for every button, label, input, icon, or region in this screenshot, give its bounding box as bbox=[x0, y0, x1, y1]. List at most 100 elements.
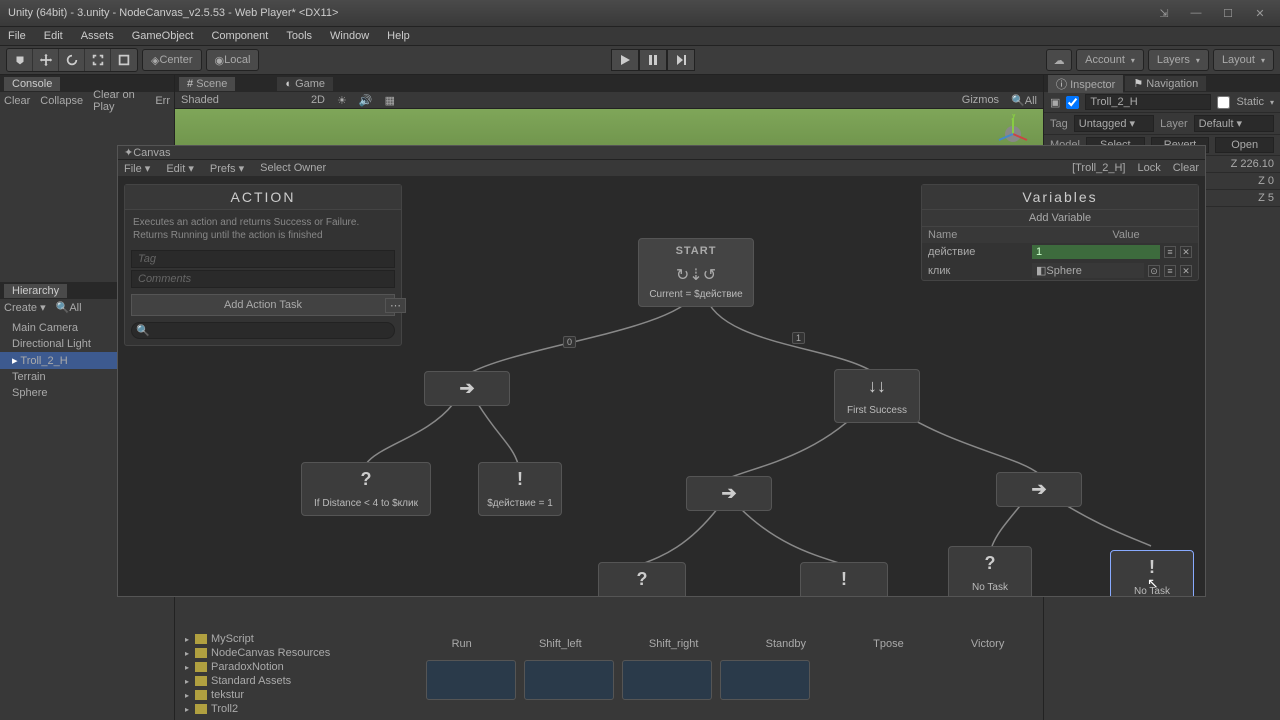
anim-tab-shiftright[interactable]: Shift_right bbox=[641, 636, 707, 652]
node-first-success[interactable]: ↓↓ First Success bbox=[834, 369, 920, 423]
graph-area[interactable]: 0 1 START ↻⇣↺ Current = $действие ➔ ↓↓ F… bbox=[118, 176, 1205, 596]
var-name[interactable]: клик bbox=[928, 265, 1028, 277]
menu-help[interactable]: Help bbox=[387, 30, 410, 42]
node-action-1[interactable]: ! $действие = 1 bbox=[478, 462, 562, 516]
console-clear-on-play[interactable]: Clear on Play bbox=[93, 89, 145, 113]
object-name[interactable]: Troll_2_H bbox=[1085, 94, 1211, 110]
close-btn[interactable]: ✕ bbox=[1248, 4, 1272, 22]
proj-item[interactable]: tekstur bbox=[175, 688, 415, 702]
node-condition-notask[interactable]: ? No Task bbox=[948, 546, 1032, 596]
tab-inspector[interactable]: ⓘ Inspector bbox=[1048, 75, 1123, 93]
pause-button[interactable] bbox=[639, 49, 667, 71]
canvas-owner[interactable]: [Troll_2_H] bbox=[1072, 162, 1125, 174]
step-button[interactable] bbox=[667, 49, 695, 71]
scale-tool[interactable] bbox=[85, 49, 111, 71]
add-variable-button[interactable]: Add Variable bbox=[922, 210, 1198, 227]
node-condition-leftclick[interactable]: ? If Left Click bbox=[598, 562, 686, 596]
tab-navigation[interactable]: ⚑ Navigation bbox=[1125, 76, 1206, 91]
proj-item[interactable]: NodeCanvas Resources bbox=[175, 646, 415, 660]
anim-clip[interactable] bbox=[622, 660, 712, 700]
canvas-clear[interactable]: Clear bbox=[1173, 162, 1199, 174]
node-condition-distance[interactable]: ? If Distance < 4 to $клик bbox=[301, 462, 431, 516]
canvas-edit[interactable]: Edit ▾ bbox=[166, 162, 194, 175]
node-sequencer-1[interactable]: ➔ bbox=[424, 371, 510, 406]
layer-dropdown[interactable]: Default ▾ bbox=[1194, 115, 1274, 132]
play-button[interactable] bbox=[611, 49, 639, 71]
var-delete-icon[interactable]: ✕ bbox=[1180, 265, 1192, 277]
anim-clip[interactable] bbox=[720, 660, 810, 700]
audio-toggle[interactable]: 🔊 bbox=[359, 94, 373, 107]
node-sequencer-3[interactable]: ➔ bbox=[996, 472, 1082, 507]
2d-toggle[interactable]: 2D bbox=[311, 94, 325, 106]
menu-gameobject[interactable]: GameObject bbox=[132, 30, 194, 42]
action-comments-input[interactable]: Comments bbox=[131, 270, 395, 288]
var-value[interactable]: ◧Sphere bbox=[1032, 263, 1144, 278]
anim-clip[interactable] bbox=[426, 660, 516, 700]
anim-tab-run[interactable]: Run bbox=[444, 636, 480, 652]
console-err[interactable]: Err bbox=[155, 95, 170, 107]
tab-console[interactable]: Console bbox=[4, 77, 60, 91]
anim-tab-tpose[interactable]: Tpose bbox=[865, 636, 912, 652]
tag-dropdown[interactable]: Untagged ▾ bbox=[1074, 115, 1154, 132]
menu-component[interactable]: Component bbox=[211, 30, 268, 42]
canvas-prefs[interactable]: Prefs ▾ bbox=[210, 162, 244, 175]
proj-item[interactable]: Standard Assets bbox=[175, 674, 415, 688]
console-clear[interactable]: Clear bbox=[4, 95, 30, 107]
tab-scene[interactable]: # Scene bbox=[179, 77, 235, 91]
node-action-0[interactable]: ! $действие = 0 bbox=[800, 562, 888, 596]
search-all[interactable]: 🔍All bbox=[1011, 94, 1037, 107]
canvas-title-bar[interactable]: ✦ Canvas bbox=[118, 146, 1205, 160]
tab-hierarchy[interactable]: Hierarchy bbox=[4, 284, 67, 298]
canvas-lock[interactable]: Lock bbox=[1137, 162, 1160, 174]
move-tool[interactable] bbox=[33, 49, 59, 71]
var-delete-icon[interactable]: ✕ bbox=[1180, 246, 1192, 258]
active-checkbox[interactable] bbox=[1066, 96, 1079, 109]
create-dropdown[interactable]: Create ▾ bbox=[4, 301, 46, 314]
restore-down-icon[interactable]: ⇲ bbox=[1152, 4, 1176, 22]
console-collapse[interactable]: Collapse bbox=[40, 95, 83, 107]
pivot-local[interactable]: ◉ Local bbox=[206, 49, 260, 71]
model-open[interactable]: Open bbox=[1215, 137, 1274, 153]
chevron-down-icon[interactable]: ▾ bbox=[1270, 98, 1274, 107]
node-sequencer-2[interactable]: ➔ bbox=[686, 476, 772, 511]
shaded-dropdown[interactable]: Shaded bbox=[181, 94, 219, 106]
pivot-center[interactable]: ◈ Center bbox=[142, 49, 202, 71]
menu-window[interactable]: Window bbox=[330, 30, 369, 42]
node-start[interactable]: START ↻⇣↺ Current = $действие bbox=[638, 238, 754, 307]
menu-tools[interactable]: Tools bbox=[286, 30, 312, 42]
add-action-task-button[interactable]: Add Action Task⋯ bbox=[131, 294, 395, 316]
fx-toggle[interactable]: ▦ bbox=[385, 94, 395, 107]
layout-dropdown[interactable]: Layout▾ bbox=[1213, 49, 1274, 71]
canvas-file[interactable]: File ▾ bbox=[124, 162, 150, 175]
anim-tab-victory[interactable]: Victory bbox=[963, 636, 1012, 652]
proj-item[interactable]: ParadoxNotion bbox=[175, 660, 415, 674]
var-menu-icon[interactable]: ≡ bbox=[1164, 265, 1176, 277]
var-value[interactable]: 1 bbox=[1032, 245, 1160, 259]
anim-tab-standby[interactable]: Standby bbox=[758, 636, 814, 652]
layers-dropdown[interactable]: Layers▾ bbox=[1148, 49, 1209, 71]
action-tag-input[interactable]: Tag bbox=[131, 250, 395, 268]
var-menu-icon[interactable]: ≡ bbox=[1164, 246, 1176, 258]
rotate-tool[interactable] bbox=[59, 49, 85, 71]
menu-assets[interactable]: Assets bbox=[81, 30, 114, 42]
minimize-btn[interactable]: — bbox=[1184, 4, 1208, 22]
hand-tool[interactable] bbox=[7, 49, 33, 71]
dots-icon[interactable]: ⋯ bbox=[385, 298, 406, 313]
action-search[interactable]: 🔍 bbox=[131, 322, 395, 339]
gizmos-dropdown[interactable]: Gizmos bbox=[962, 94, 999, 106]
anim-clip[interactable] bbox=[524, 660, 614, 700]
proj-item[interactable]: MyScript bbox=[175, 632, 415, 646]
account-dropdown[interactable]: Account▾ bbox=[1076, 49, 1144, 71]
static-checkbox[interactable] bbox=[1217, 96, 1230, 109]
cloud-icon[interactable]: ☁ bbox=[1046, 49, 1072, 71]
rect-tool[interactable] bbox=[111, 49, 137, 71]
var-name[interactable]: действие bbox=[928, 246, 1028, 258]
node-action-notask[interactable]: ! No Task ↖ bbox=[1110, 550, 1194, 596]
maximize-btn[interactable]: ☐ bbox=[1216, 4, 1240, 22]
tab-game[interactable]: ◐ Game bbox=[277, 77, 333, 91]
menu-edit[interactable]: Edit bbox=[44, 30, 63, 42]
light-toggle[interactable]: ☀ bbox=[337, 94, 347, 107]
canvas-select-owner[interactable]: Select Owner bbox=[260, 162, 326, 175]
var-picker-icon[interactable]: ⊙ bbox=[1148, 265, 1160, 277]
hierarchy-search[interactable]: 🔍All bbox=[56, 301, 82, 314]
